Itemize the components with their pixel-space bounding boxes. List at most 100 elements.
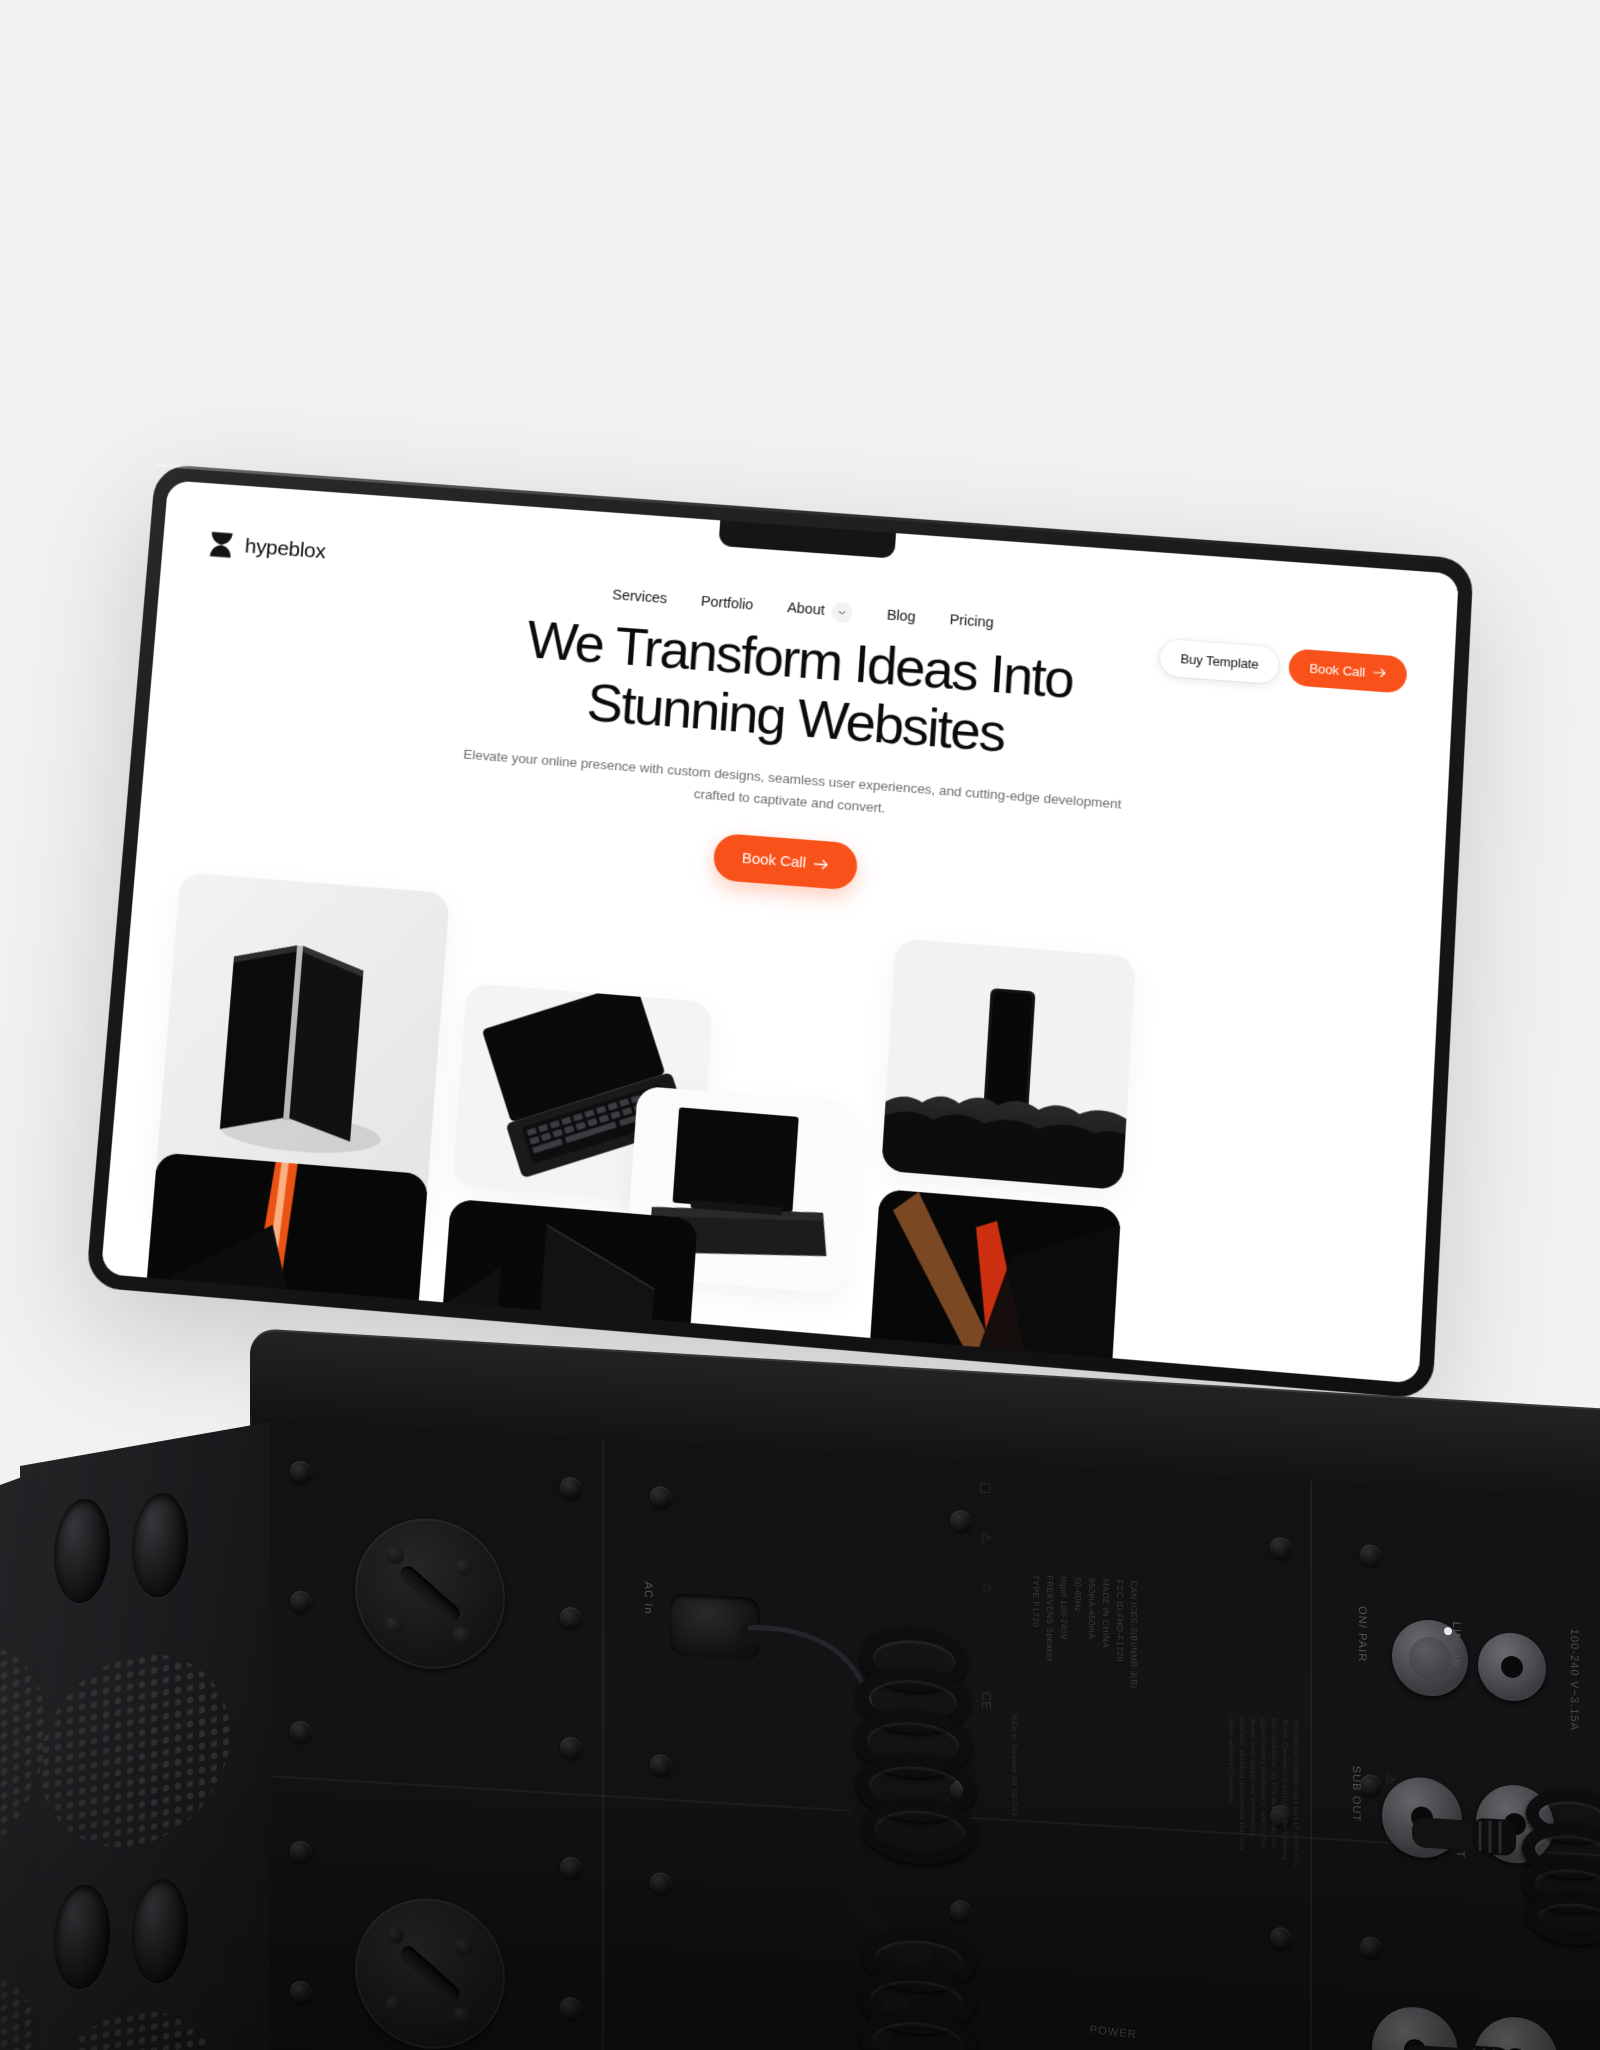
spec-line: 950mA-450mA [1087, 1577, 1097, 1640]
nav-item-about[interactable]: About [786, 598, 854, 624]
audio-plug [1404, 2045, 1510, 2050]
spec-line: TYPE F1720 [1031, 1574, 1041, 1628]
dial-pin [453, 2006, 470, 2025]
nav-label: Portfolio [700, 593, 754, 614]
spec-line: FREKVENS Speaker [1045, 1575, 1055, 1663]
nav-item-services[interactable]: Services [612, 587, 668, 607]
bass-port [54, 1880, 110, 1995]
brand-name: hypeblox [244, 534, 327, 564]
voltage-rating-label: 100-240 V~3.15A [1568, 1628, 1580, 1732]
arrow-right-icon [813, 859, 829, 871]
hero-book-call-button[interactable]: Book Call [712, 833, 859, 892]
brand-logo[interactable]: hypeblox [207, 530, 506, 579]
arrow-right-icon [1373, 667, 1387, 678]
dial-pin [455, 1558, 472, 1577]
screw [1360, 1773, 1382, 1798]
panel-divider [602, 1438, 604, 2050]
dial-slot-icon [397, 1943, 463, 2005]
screw [950, 1509, 972, 1533]
screw [1270, 1536, 1292, 1560]
screw [560, 1606, 582, 1630]
dial-pin [387, 1546, 404, 1565]
nav-item-blog[interactable]: Blog [886, 608, 916, 626]
speaker-left-side-panel [0, 1470, 46, 2050]
screenshot-stage: hypeblox Services Portfolio About Blog P… [0, 0, 1600, 2050]
dial-pin [455, 1938, 472, 1957]
nav-label: Blog [886, 607, 916, 626]
bass-port [54, 1494, 110, 1609]
screw [1360, 1543, 1382, 1568]
gallery-card-dark-left[interactable] [143, 1152, 429, 1338]
jack-hole [1501, 1655, 1523, 1679]
compliance-text: This device complies with part 15 of the… [1226, 1716, 1299, 1869]
nav-label: Pricing [949, 612, 994, 632]
on-pair-label: ON/ PAIR [1356, 1605, 1368, 1663]
screw [290, 1460, 312, 1484]
speaker-grille [40, 1996, 220, 2050]
book-call-label: Book Call [1309, 660, 1366, 680]
warning-triangle-icon: ⚠ [1383, 1773, 1398, 1786]
dial-pin [453, 1626, 470, 1645]
hourglass-icon [207, 530, 235, 559]
speaker-grille [40, 1638, 230, 1863]
screw [650, 1871, 672, 1896]
gallery-card-phone-fur[interactable] [881, 938, 1136, 1191]
website-viewport: hypeblox Services Portfolio About Blog P… [100, 480, 1459, 1384]
bass-port [132, 1874, 188, 1989]
laptop-device: hypeblox Services Portfolio About Blog P… [85, 463, 1474, 1400]
speaker-grille [0, 1618, 46, 1904]
speaker-back-panel: AC In TYPE F1720 FREKVENS Speaker Input … [250, 1418, 1600, 2050]
sub-out-label: SUB OUT [1350, 1765, 1362, 1823]
dark-glow-art [143, 1152, 429, 1338]
nav-label: Services [611, 587, 668, 608]
dial-slot-icon [397, 1563, 463, 1625]
ce-mark-icon: CE [979, 1691, 994, 1711]
dial-pin [387, 1926, 404, 1945]
dial-pin [385, 1616, 402, 1635]
laptop-screen: hypeblox Services Portfolio About Blog P… [100, 480, 1459, 1384]
screw [1270, 1926, 1292, 1950]
dial-pin [385, 1996, 402, 2015]
gallery-card-dark-middle[interactable] [440, 1199, 698, 1361]
spec-line: 50-60Hz [1073, 1576, 1083, 1613]
speaker-stack: AC In TYPE F1720 FREKVENS Speaker Input … [0, 1328, 1600, 2050]
warning-triangle-icon: ⚠ [979, 1531, 994, 1544]
class-ii-square-icon: ▢ [979, 1481, 994, 1495]
line-in-label: LINE IN [1450, 1621, 1462, 1669]
screw [290, 1720, 312, 1744]
spec-line: FCC ID:FHO-F1720 [1115, 1579, 1125, 1662]
nav-label: About [786, 600, 826, 619]
speaker-left-face [20, 1421, 270, 2050]
spec-line: MADE IN CHINA [1101, 1578, 1111, 1649]
screw [560, 1736, 582, 1760]
laptop-lid: hypeblox Services Portfolio About Blog P… [85, 463, 1474, 1400]
chevron-down-icon[interactable] [830, 601, 854, 624]
line-in-jack[interactable] [1478, 1630, 1546, 1703]
screw [560, 1856, 582, 1880]
screw [290, 1980, 312, 2004]
nav-item-portfolio[interactable]: Portfolio [700, 594, 753, 614]
bass-port [132, 1488, 188, 1603]
screw [290, 1840, 312, 1864]
speaker-dial[interactable] [355, 1514, 505, 1674]
speaker-dial[interactable] [355, 1894, 505, 2050]
nav-item-pricing[interactable]: Pricing [949, 612, 994, 631]
screw [290, 1590, 312, 1614]
speaker-grille [0, 1941, 36, 2050]
screw [650, 1485, 672, 1510]
spec-line: Input 100-240V [1059, 1576, 1069, 1641]
hero-cta-label: Book Call [741, 850, 807, 873]
cord-coil [1526, 1887, 1600, 1948]
buy-template-label: Buy Template [1180, 650, 1260, 672]
product-gallery [101, 869, 1439, 1384]
screw [560, 1996, 582, 2020]
dark-display-art [440, 1199, 698, 1361]
recycle-triangle-icon: ♲ [979, 1581, 994, 1594]
knob-cap [1409, 1635, 1451, 1681]
compliance-block: This device complies with part 15 of the… [1150, 1711, 1340, 1872]
brand-stamp: IKEA of Sweden AB SE-343 [1010, 1713, 1019, 1817]
phone-on-fur-art [881, 938, 1136, 1191]
screw [650, 1753, 672, 1778]
screw [560, 1476, 582, 1500]
ac-in-label: AC In [642, 1581, 654, 1616]
